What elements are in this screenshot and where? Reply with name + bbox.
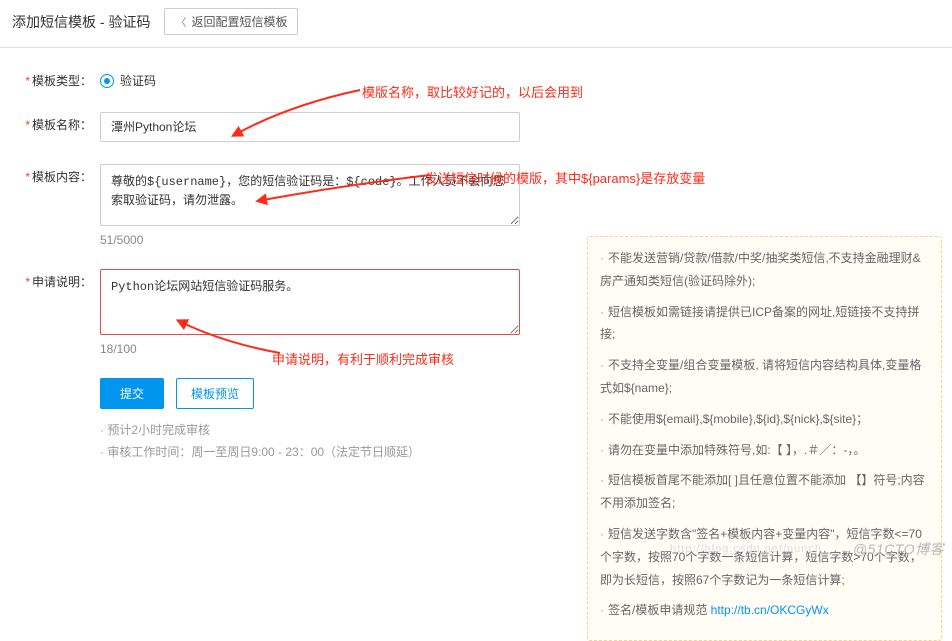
watermark: @51CTO博客 (853, 539, 944, 559)
chevron-left-icon: 〈 (175, 14, 186, 30)
hours-text: · 审核工作时间：周一至周日9:00 - 23：00（法定节日顺延） (100, 441, 520, 464)
tips-link[interactable]: http://tb.cn/OKCGyWx (711, 603, 829, 617)
radio-icon (100, 74, 114, 88)
template-content-label: *模板内容： (0, 164, 100, 186)
apply-reason-input[interactable] (100, 269, 520, 335)
template-content-counter: 51/5000 (100, 233, 520, 247)
back-button-label: 返回配置短信模板 (191, 13, 287, 30)
preview-button[interactable]: 模板预览 (176, 378, 254, 409)
apply-reason-counter: 18/100 (100, 342, 520, 356)
page-title: 添加短信模板 - 验证码 (12, 12, 150, 32)
template-name-input[interactable] (100, 112, 520, 142)
watermark-url: http://blog.csdn.net/nunch (670, 543, 822, 555)
back-button[interactable]: 〈 返回配置短信模板 (164, 8, 298, 35)
apply-reason-label: *申请说明： (0, 269, 100, 291)
submit-button[interactable]: 提交 (100, 378, 164, 409)
template-type-option: 验证码 (120, 72, 156, 89)
tips-panel: ·不能发送营销/贷款/借款/中奖/抽奖类短信,不支持金融理财&房产通知类短信(验… (587, 236, 942, 641)
template-type-radio[interactable]: 验证码 (100, 68, 520, 89)
eta-text: · 预计2小时完成审核 (100, 419, 520, 442)
template-content-input[interactable] (100, 164, 520, 226)
template-name-label: *模板名称： (0, 112, 100, 134)
template-type-label: *模板类型： (0, 68, 100, 90)
